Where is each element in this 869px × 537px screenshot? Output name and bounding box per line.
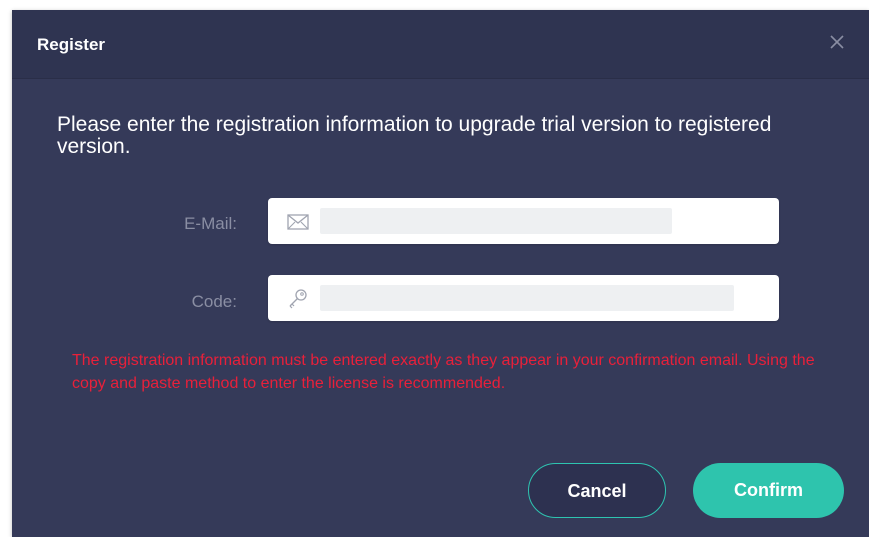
register-dialog: Register Please enter the registration i… — [12, 10, 869, 537]
email-input[interactable] — [320, 204, 760, 238]
email-label: E-Mail: — [184, 214, 237, 233]
envelope-icon — [286, 211, 310, 233]
code-input[interactable] — [320, 281, 760, 315]
dialog-title: Register — [37, 35, 106, 54]
dialog-titlebar: Register — [12, 10, 869, 79]
code-label: Code: — [191, 292, 237, 311]
code-field[interactable] — [268, 275, 779, 321]
cancel-button[interactable]: Cancel — [528, 463, 666, 518]
email-field[interactable] — [268, 198, 779, 244]
warning-text: The registration information must be ent… — [72, 352, 815, 392]
confirm-button[interactable]: Confirm — [693, 463, 844, 518]
instructions-text: Please enter the registration informatio… — [57, 113, 772, 158]
key-icon — [286, 288, 310, 310]
close-icon[interactable] — [827, 32, 847, 52]
